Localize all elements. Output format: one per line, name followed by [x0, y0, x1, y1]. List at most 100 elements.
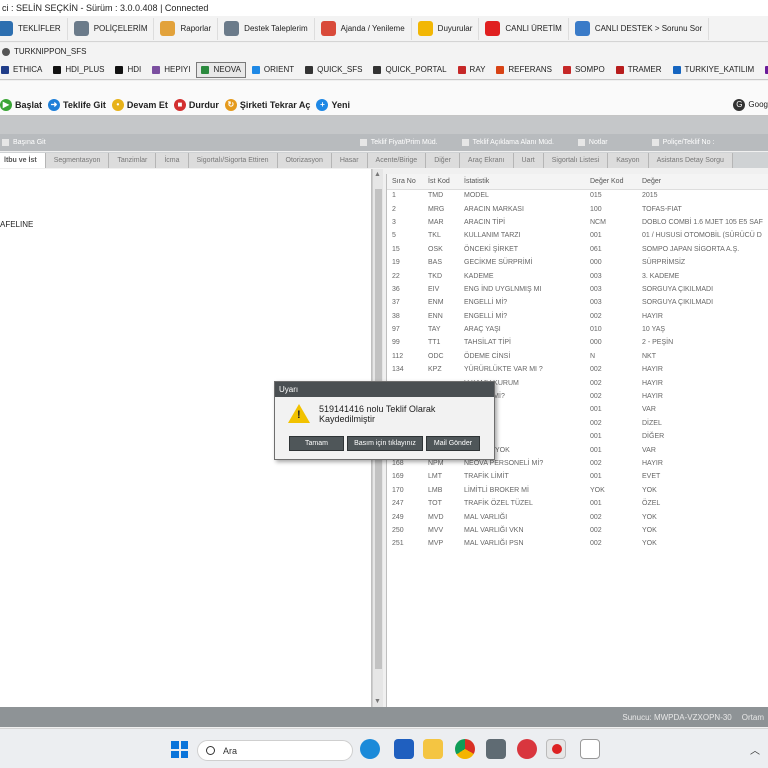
tab-asistans-detay-sorgu[interactable]: Asistans Detay Sorgu	[648, 152, 733, 168]
scroll-up-icon[interactable]: ▲	[374, 171, 381, 178]
column-header[interactable]: İst Kod	[423, 174, 459, 190]
portal-sompo[interactable]: SOMPO	[558, 62, 610, 78]
toolbar-notes-button[interactable]: Notlar	[577, 139, 608, 146]
menu-item-calendar[interactable]: Ajanda / Yenileme	[317, 17, 412, 40]
menu-item-live-badge[interactable]: CANLI ÜRETİM	[481, 17, 569, 40]
windows-start-icon[interactable]	[171, 741, 188, 758]
printer-app-icon[interactable]	[580, 739, 600, 759]
taskbar-search-box[interactable]: Ara	[197, 740, 353, 761]
table-row[interactable]: 251 MVP MAL VARLIĞI PSN 002 YOK	[387, 537, 768, 550]
ba-lat-button[interactable]: ▶ Başlat	[0, 98, 42, 111]
table-row[interactable]: 2 MRG ARACIN MARKASI 100 TOFAS-FIAT	[387, 202, 768, 215]
send-mail-button[interactable]: Mail Gönder	[426, 436, 480, 451]
devam-et-button[interactable]: • Devam Et	[111, 98, 168, 111]
table-cell: 001	[590, 473, 602, 481]
column-header[interactable]: Değer	[637, 174, 768, 190]
portal-quick-sfs[interactable]: QUICK_SFS	[300, 62, 367, 78]
table-row[interactable]: 15 OSK ÖNCEKİ ŞİRKET 061 SOMPO JAPAN SİGORTA…	[387, 243, 768, 256]
portal-label: HEPIYI	[164, 65, 191, 74]
chevron-up-icon[interactable]: ︿	[750, 742, 760, 757]
menu-item-document[interactable]: POLİÇELERİM	[70, 17, 155, 40]
active-app-icon[interactable]	[546, 739, 566, 759]
tab-tanzimlar[interactable]: Tanzimlar	[109, 152, 157, 168]
table-row[interactable]: 99 TT1 TAHSİLAT TİPİ 000 2 - PEŞİN	[387, 336, 768, 349]
portal-label: HDI	[127, 65, 142, 74]
portal-label: QUICK_PORTAL	[385, 65, 447, 74]
window-title: ci : SELİN SEÇKİN - Sürüm : 3.0.0.408 | …	[2, 3, 209, 13]
remote-app-icon[interactable]	[517, 739, 537, 759]
portal-ethica[interactable]: ETHICA	[0, 62, 47, 78]
ok-button[interactable]: Tamam	[289, 436, 344, 451]
toolbar-search-button[interactable]: Poliçe/Teklif No :	[651, 139, 714, 146]
chrome-icon[interactable]	[455, 739, 475, 759]
table-row[interactable]: 134 KPZ YÜRÜRLÜKTE VAR MI ? 002 HAYIR	[387, 363, 768, 376]
column-header[interactable]: Sıra No	[387, 174, 423, 190]
portal-unico[interactable]: UNICO	[760, 62, 768, 78]
company-label[interactable]: TURKNIPPON_SFS	[14, 47, 86, 56]
tab-segmentasyon[interactable]: Segmentasyon	[45, 152, 110, 168]
toolbar-price-button[interactable]: Teklif Fiyat/Prim Müd.	[359, 139, 438, 146]
table-row[interactable]: 250 MVV MAL VARLIĞI VKN 002 YOK	[387, 524, 768, 537]
table-cell: 3	[392, 218, 396, 226]
table-row[interactable]: 249 MVD MAL VARLIĞI 002 YOK	[387, 510, 768, 523]
tab-acente-birige[interactable]: Acente/Birige	[367, 152, 427, 168]
table-row[interactable]: 97 TAY ARAÇ YAŞI 010 10 YAŞ	[387, 323, 768, 336]
tab-kasyon[interactable]: Kasyon	[608, 152, 649, 168]
column-header[interactable]: Değer Kod	[585, 174, 637, 190]
portal-orient[interactable]: ORIENT	[247, 62, 299, 78]
yeni-button[interactable]: + Yeni	[316, 98, 350, 111]
portal-referans[interactable]: REFERANS	[491, 62, 557, 78]
table-row[interactable]: 1 TMD MODEL 015 2015	[387, 189, 768, 202]
tab-ara-ekran[interactable]: Araç Ekranı	[459, 152, 514, 168]
google-shortcut[interactable]: G Goog	[733, 98, 768, 111]
tab-sigortal-listesi[interactable]: Sigortalı Listesi	[543, 152, 609, 168]
print-button[interactable]: Basım için tıklayınız	[347, 436, 423, 451]
table-row[interactable]: 169 LMT TRAFİK LİMİT 001 EVET	[387, 470, 768, 483]
table-cell: 251	[392, 540, 404, 548]
portal-tramer[interactable]: TRAMER	[611, 62, 667, 78]
table-row[interactable]: 38 ENN ENGELLİ Mİ? 002 HAYIR	[387, 310, 768, 323]
calculator-icon[interactable]	[486, 739, 506, 759]
outlook-icon[interactable]	[394, 739, 414, 759]
edge-browser-icon[interactable]	[360, 739, 380, 759]
tab-di-er[interactable]: Diğer	[426, 152, 460, 168]
toolbar-note-button[interactable]: Teklif Açıklama Alanı Müd.	[461, 139, 554, 146]
teklife-git-button[interactable]: ➜ Teklife Git	[48, 98, 106, 111]
menu-item-live-support[interactable]: CANLI DESTEK > Sorunu Sor	[571, 17, 710, 40]
tab-uart[interactable]: Uart	[513, 152, 544, 168]
scroll-down-icon[interactable]: ▼	[374, 698, 381, 705]
irketi-tekrar-a-button[interactable]: ↻ Şirketi Tekrar Aç	[224, 98, 310, 111]
menu-item-folder[interactable]: TEKLİFLER	[0, 17, 68, 40]
table-row[interactable]: 19 BAS GECİKME SÜRPRİMİ 000 SÜRPRİMSİZ	[387, 256, 768, 269]
table-cell: TAHSİLAT TİPİ	[464, 339, 511, 347]
table-row[interactable]: 112 ODC ÖDEME CİNSİ N NKT	[387, 350, 768, 363]
tab-hasar[interactable]: Hasar	[331, 152, 368, 168]
portal-neova[interactable]: NEOVA	[196, 61, 246, 78]
portal-hdi[interactable]: HDI	[110, 62, 146, 78]
durdur-button[interactable]: ■ Durdur	[173, 98, 219, 111]
table-row[interactable]: 247 TOT TRAFİK ÖZEL TÜZEL 001 ÖZEL	[387, 497, 768, 510]
portal-ray[interactable]: RAY	[453, 62, 491, 78]
column-header[interactable]: İstatistik	[459, 174, 585, 190]
toolbar-first-page-button[interactable]: Başına Git	[2, 139, 46, 146]
tab-ltbu-ve-i-st[interactable]: ltbu ve İst	[0, 152, 46, 168]
live-badge-icon	[485, 21, 501, 36]
menu-item-announcement[interactable]: Duyurular	[414, 17, 480, 40]
menu-item-chart[interactable]: Raporlar	[156, 17, 219, 40]
portal-quick-portal[interactable]: QUICK_PORTAL	[368, 62, 451, 78]
table-row[interactable]: 22 TKD KADEME 003 3. KADEME	[387, 269, 768, 282]
tab-otorizasyon[interactable]: Otorizasyon	[277, 152, 332, 168]
tab-i-cma[interactable]: İcma	[156, 152, 189, 168]
table-row[interactable]: 37 ENM ENGELLİ Mİ? 003 SORGUYA ÇIKILMADI	[387, 296, 768, 309]
table-row[interactable]: 36 EIV ENG İND UYGLNMIŞ MI 003 SORGUYA ÇIKIL…	[387, 283, 768, 296]
portal-turkiye-katilim[interactable]: TURKIYE_KATILIM	[668, 62, 760, 78]
table-row[interactable]: 170 LMB LİMİTLİ BROKER Mİ YOK YOK	[387, 484, 768, 497]
tab-sigortal-sigorta-ettiren[interactable]: Sigortalı/Sigorta Ettiren	[188, 152, 278, 168]
menu-item-support-person[interactable]: Destek Taleplerim	[220, 17, 315, 40]
table-cell: DİĞER	[642, 433, 665, 441]
table-row[interactable]: 5 TKL KULLANIM TARZI 001 01 / HUSUSİ OTOMOBİ…	[387, 229, 768, 242]
portal-hdi-plus[interactable]: HDI_PLUS	[48, 62, 109, 78]
file-explorer-icon[interactable]	[423, 739, 443, 759]
portal-hepiyi[interactable]: HEPIYI	[147, 62, 195, 78]
table-row[interactable]: 3 MAR ARACIN TİPİ NCM DOBLO COMBİ 1.6 MJET 1…	[387, 216, 768, 229]
